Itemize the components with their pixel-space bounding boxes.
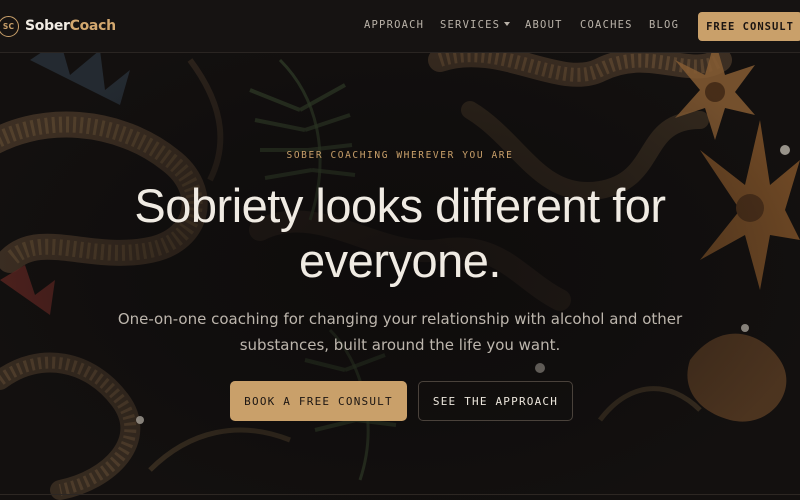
free-consult-button[interactable]: FREE CONSULT	[698, 12, 800, 41]
nav-link-blog[interactable]: BLOG	[649, 19, 679, 31]
nav-link-coaches[interactable]: COACHES	[580, 19, 633, 31]
top-navigation-bar: SC SoberCoach APPROACH SERVICES ABOUT CO…	[0, 0, 800, 53]
caret-down-icon	[504, 22, 511, 26]
hero-eyebrow: SOBER COACHING WHEREVER YOU ARE	[286, 150, 514, 161]
book-free-consult-button[interactable]: BOOK A FREE CONSULT	[230, 381, 407, 421]
hero-headline: Sobriety looks different for everyone.	[134, 179, 666, 287]
nav-link-services-label: SERVICES	[440, 19, 501, 31]
landing-page: SC SoberCoach APPROACH SERVICES ABOUT CO…	[0, 0, 800, 500]
nav-link-services-dropdown[interactable]: SERVICES	[440, 19, 511, 31]
nav-link-approach[interactable]: APPROACH	[364, 19, 424, 31]
nav-link-about[interactable]: ABOUT	[525, 19, 563, 31]
hero-subtext: One-on-one coaching for changing your re…	[117, 310, 683, 354]
see-the-approach-button[interactable]: SEE THE APPROACH	[418, 381, 573, 421]
nav-menu: APPROACH SERVICES ABOUT COACHES BLOG	[0, 0, 800, 53]
section-divider	[0, 494, 800, 495]
